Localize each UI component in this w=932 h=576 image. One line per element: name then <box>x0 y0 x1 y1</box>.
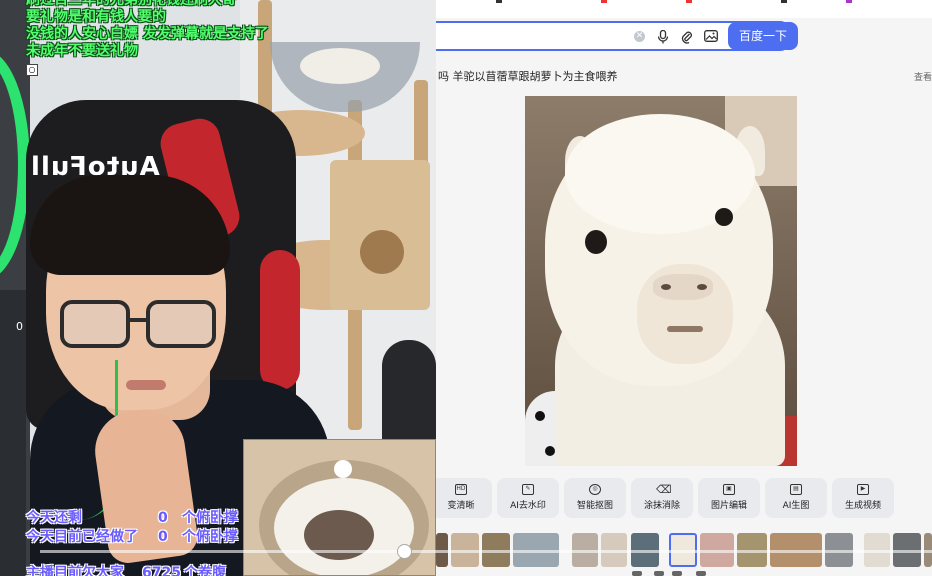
alpaca-mouth <box>667 326 703 332</box>
counter-value: 0 <box>158 510 168 526</box>
pushup-remaining-counter: 今天还剩 0 个俯卧撑 <box>26 507 238 527</box>
ai-image-button[interactable]: ▤ AI生图 <box>765 478 827 518</box>
tool-label: AI生图 <box>782 501 810 511</box>
ai-image-icon: ▤ <box>790 484 802 495</box>
smart-cutout-button[interactable]: ◎ 智能抠图 <box>564 478 626 518</box>
pushup-done-counter: 今天目前已经做了 0 个俯卧撑 <box>26 526 238 546</box>
alpaca-photo[interactable] <box>525 96 797 466</box>
chair-accent <box>260 250 300 390</box>
counter-label: 今天目前已经做了 <box>26 529 138 545</box>
image-edit-icon: ▣ <box>723 484 735 495</box>
attachment-icon[interactable] <box>680 30 694 44</box>
left-edge-panel: 0 <box>0 290 26 576</box>
tool-label: 生成视频 <box>844 501 881 511</box>
left-edge-number: 0 <box>16 320 23 333</box>
microphone <box>382 340 436 450</box>
counter-value: 0 <box>158 529 168 545</box>
view-more-link[interactable]: 查看 <box>914 70 932 83</box>
image-tools-bar: HD 变清晰 ✎ AI去水印 ◎ 智能抠图 ⌫ 涂抹消除 ▣ 图片编辑 ▤ AI… <box>436 478 930 518</box>
counter-unit: 个卷腹 <box>184 565 226 576</box>
counter-label: 今天还剩 <box>26 510 82 526</box>
counter-value: 6725 <box>142 565 181 576</box>
alpaca-eye <box>715 208 733 226</box>
cat-house <box>330 160 430 310</box>
danmu-line: 没钱的人安心白嫖 发发弹幕就是支持了 <box>26 26 269 42</box>
danmu-line: 刷过百三年的兄弟别花钱还刷大哥 <box>26 0 236 8</box>
ai-watermark-icon: ✎ <box>522 484 534 495</box>
bottom-controls <box>616 571 816 576</box>
glasses <box>60 300 220 350</box>
eraser-icon: ⌫ <box>656 483 672 496</box>
tool-label: 变清晰 <box>447 501 475 511</box>
tool-label: 涂抹消除 <box>643 501 680 511</box>
microphone-icon[interactable] <box>656 29 670 44</box>
ai-watermark-removal-button[interactable]: ✎ AI去水印 <box>497 478 559 518</box>
livestream-video: 0 ○ AutoFull 刷过百三年的兄弟别花钱还刷大哥 要礼物是和有钱人要的 … <box>0 0 436 576</box>
tool-label: 智能抠图 <box>576 501 613 511</box>
clear-icon[interactable]: ✕ <box>634 31 645 42</box>
tool-label: AI去水印 <box>510 501 546 511</box>
search-button[interactable]: 百度一下 <box>728 22 798 50</box>
counter-unit: 个俯卧撑 <box>182 510 238 526</box>
hd-icon: HD <box>455 484 467 495</box>
counter-label: 主播目前欠大家 <box>26 565 124 576</box>
danmu-overlay: 刷过百三年的兄弟别花钱还刷大哥 要礼物是和有钱人要的 没钱的人安心白嫖 发发弹幕… <box>26 0 269 60</box>
danmu-line: 要礼物是和有钱人要的 <box>26 9 166 25</box>
enhance-button[interactable]: HD 变清晰 <box>436 478 492 518</box>
danmu-line: 未成年不要送礼物 <box>26 43 138 59</box>
tool-label: 图片编辑 <box>710 501 747 511</box>
streamer-hair <box>30 175 230 275</box>
alpaca-nostril <box>697 284 707 290</box>
cursor-icon: ○ <box>26 64 38 76</box>
image-edit-button[interactable]: ▣ 图片编辑 <box>698 478 760 518</box>
top-bar <box>436 0 932 18</box>
video-generate-icon: ▶ <box>857 484 869 495</box>
counter-unit: 个俯卧撑 <box>182 529 238 545</box>
eraser-button[interactable]: ⌫ 涂抹消除 <box>631 478 693 518</box>
progress-slider-knob[interactable] <box>397 544 412 559</box>
streamer-mouth <box>126 380 166 390</box>
baidu-image-page: ✕ 百度一下 吗 羊驼以苜蓿草跟胡萝卜为主食喂养 查看 HD 变清晰 ✎ AI去… <box>436 0 932 576</box>
image-caption: 吗 羊驼以苜蓿草跟胡萝卜为主食喂养 <box>438 70 618 83</box>
video-generate-button[interactable]: ▶ 生成视频 <box>832 478 894 518</box>
screen: 0 ○ AutoFull 刷过百三年的兄弟别花钱还刷大哥 要礼物是和有钱人要的 … <box>0 0 932 576</box>
image-search-icon[interactable] <box>704 30 718 44</box>
alpaca-nostril <box>661 284 671 290</box>
crunch-owed-counter: 主播目前欠大家 6725 个卷腹 <box>26 562 226 576</box>
alpaca-eye <box>585 230 607 254</box>
progress-slider-track[interactable] <box>40 550 932 553</box>
cat-bowl <box>270 42 420 112</box>
smart-cutout-icon: ◎ <box>589 484 601 495</box>
